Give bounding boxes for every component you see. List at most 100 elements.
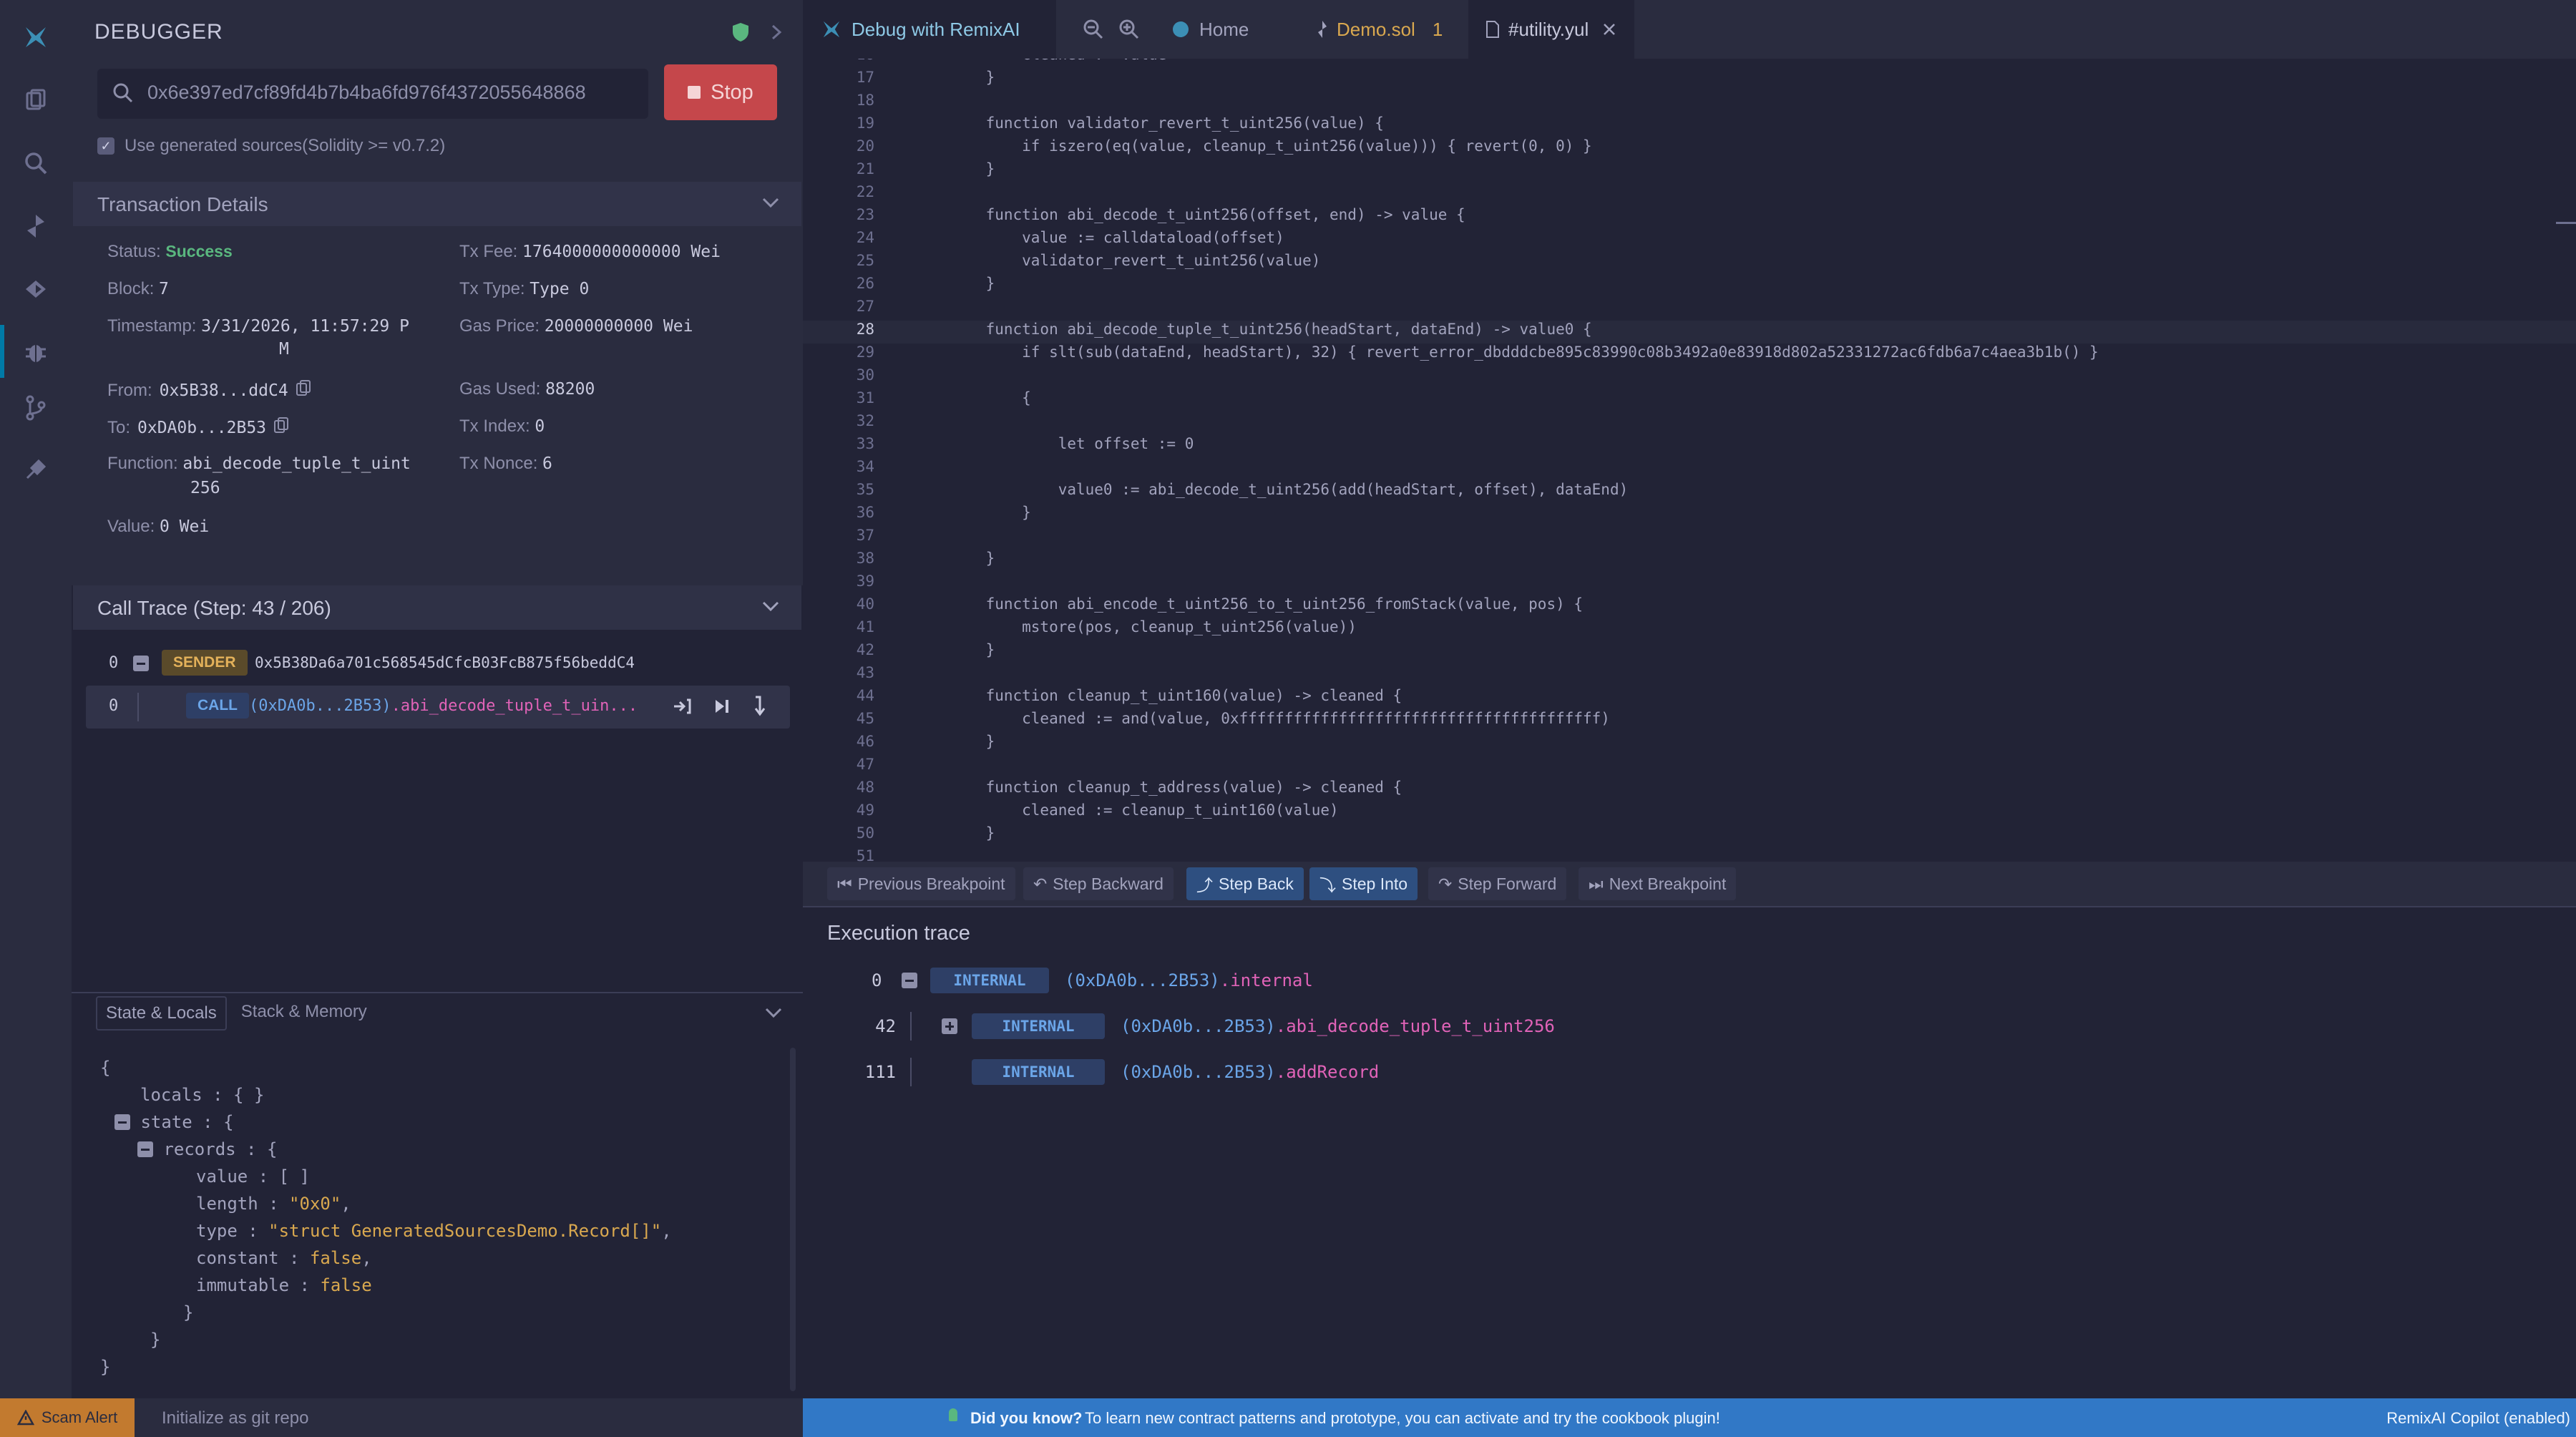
copy-icon[interactable] [273,417,289,439]
git-branch-icon[interactable] [19,391,53,425]
code-line: 24 value := calldataload(offset) [803,229,2576,252]
copilot-status[interactable]: RemixAI Copilot (enabled) [2386,1409,2570,1428]
zoom-in-icon[interactable] [1118,0,1141,59]
line-number[interactable]: 46 [803,733,874,750]
line-number[interactable]: 30 [803,366,874,384]
step-into-button[interactable]: ⤵ Step Into [1309,867,1418,900]
zoom-out-icon[interactable] [1082,0,1105,59]
line-number[interactable]: 16 [803,59,874,63]
line-number[interactable]: 29 [803,344,874,361]
chevron-down-icon[interactable] [764,1006,783,1023]
code-editor[interactable]: 16 cleaned := value17 }1819 function val… [803,59,2576,862]
chevron-down-icon[interactable] [761,196,780,213]
line-number[interactable]: 42 [803,641,874,658]
line-number[interactable]: 36 [803,504,874,521]
collapse-icon[interactable] [133,656,149,671]
tx-hash-input[interactable]: 0x6e397ed7cf89fd4b7b4ba6fd976f4372055648… [97,69,648,119]
deploy-run-icon[interactable] [19,272,53,306]
exec-row[interactable]: 111 INTERNAL (0xDA0b...2B53).addRecord [854,1056,1379,1088]
json-records[interactable]: records : { [137,1139,277,1159]
line-number[interactable]: 45 [803,710,874,727]
previous-breakpoint-button[interactable]: ⏮ Previous Breakpoint [827,867,1015,900]
tx-hash-value: 0x6e397ed7cf89fd4b7b4ba6fd976f4372055648… [147,82,586,103]
line-number[interactable]: 31 [803,389,874,406]
collapse-icon[interactable] [137,1141,153,1157]
file-explorer-icon[interactable] [19,83,53,117]
copy-icon[interactable] [296,379,311,401]
state-tabs: State & Locals Stack & Memory [96,996,376,1031]
stop-square-icon [688,86,701,99]
chevron-down-icon[interactable] [761,600,780,616]
tab-debug-remixai[interactable]: Debug with RemixAI [803,0,1056,59]
state-scrollbar[interactable] [790,1048,796,1391]
collapse-icon[interactable] [114,1114,130,1130]
exec-row[interactable]: 42 INTERNAL (0xDA0b...2B53).abi_decode_t… [864,1010,1555,1042]
line-number[interactable]: 43 [803,664,874,681]
line-number[interactable]: 32 [803,412,874,429]
chevron-right-icon[interactable] [770,23,783,45]
line-number[interactable]: 34 [803,458,874,475]
step-backward-button[interactable]: ↶ Step Backward [1023,867,1174,900]
generated-sources-option[interactable]: ✓ Use generated sources(Solidity >= v0.7… [97,136,445,156]
json-state[interactable]: state : { [114,1112,234,1132]
plugin-manager-icon[interactable] [19,452,53,487]
line-number[interactable]: 40 [803,595,874,613]
line-number[interactable]: 19 [803,115,874,132]
tip-text[interactable]: To learn new contract patterns and proto… [1085,1409,1720,1428]
line-number[interactable]: 25 [803,252,874,269]
tab-utility-yul[interactable]: #utility.yul [1468,0,1635,59]
code-line: 41 mstore(pos, cleanup_t_uint256(value)) [803,618,2576,641]
line-number[interactable]: 23 [803,206,874,223]
line-number[interactable]: 47 [803,756,874,773]
line-number[interactable]: 33 [803,435,874,452]
search-icon[interactable] [19,146,53,180]
line-number[interactable]: 20 [803,137,874,155]
code-text: } [950,504,1031,521]
scam-alert-button[interactable]: Scam Alert [0,1398,135,1437]
generated-sources-checkbox[interactable]: ✓ [97,137,114,155]
line-number[interactable]: 39 [803,573,874,590]
line-number[interactable]: 24 [803,229,874,246]
solidity-compiler-icon[interactable] [19,209,53,243]
stop-button[interactable]: Stop [664,64,777,120]
line-number[interactable]: 28 [803,321,874,338]
debugger-bug-icon[interactable] [19,335,53,369]
line-number[interactable]: 21 [803,160,874,177]
transaction-details-header[interactable]: Transaction Details [73,182,801,226]
step-into-icon[interactable] [671,696,693,721]
collapse-icon[interactable] [902,973,917,988]
step-back-button[interactable]: ⤴ Step Back [1186,867,1304,900]
tab-state-locals[interactable]: State & Locals [96,996,227,1031]
call-trace-row-selected[interactable]: 0 CALL (0xDA0b...2B53).abi_decode_tuple_… [86,686,790,729]
line-number[interactable]: 38 [803,550,874,567]
jump-over-icon[interactable] [713,696,731,721]
line-number[interactable]: 48 [803,779,874,796]
step-forward-button[interactable]: ↷ Step Forward [1428,867,1567,900]
code-line: 51 [803,847,2576,862]
line-number[interactable]: 35 [803,481,874,498]
exec-row[interactable]: 0 INTERNAL (0xDA0b...2B53).internal [872,965,1313,996]
init-git-link[interactable]: Initialize as git repo [162,1408,308,1428]
line-number[interactable]: 27 [803,298,874,315]
line-number[interactable]: 49 [803,802,874,819]
line-number[interactable]: 50 [803,824,874,842]
line-number[interactable]: 26 [803,275,874,292]
tab-stack-memory[interactable]: Stack & Memory [233,996,376,1031]
tab-home[interactable]: Home [1153,0,1266,59]
step-down-icon[interactable] [751,694,769,722]
line-number[interactable]: 44 [803,687,874,704]
shield-icon[interactable] [731,21,750,47]
call-trace-header[interactable]: Call Trace (Step: 43 / 206) [73,585,801,630]
tab-demo-sol[interactable]: Demo.sol 1 [1299,0,1460,59]
close-icon[interactable] [1601,21,1617,37]
next-breakpoint-button[interactable]: ⏭ Next Breakpoint [1579,867,1737,900]
line-number[interactable]: 18 [803,92,874,109]
expand-icon[interactable] [942,1018,957,1034]
line-number[interactable]: 22 [803,183,874,200]
line-number[interactable]: 41 [803,618,874,635]
remix-logo-icon[interactable] [19,20,53,54]
line-number[interactable]: 37 [803,527,874,544]
call-trace-row[interactable]: 0 SENDER 0x5B38Da6a701c568545dCfcB03FcB8… [86,643,790,686]
line-number[interactable]: 17 [803,69,874,86]
line-number[interactable]: 51 [803,847,874,862]
